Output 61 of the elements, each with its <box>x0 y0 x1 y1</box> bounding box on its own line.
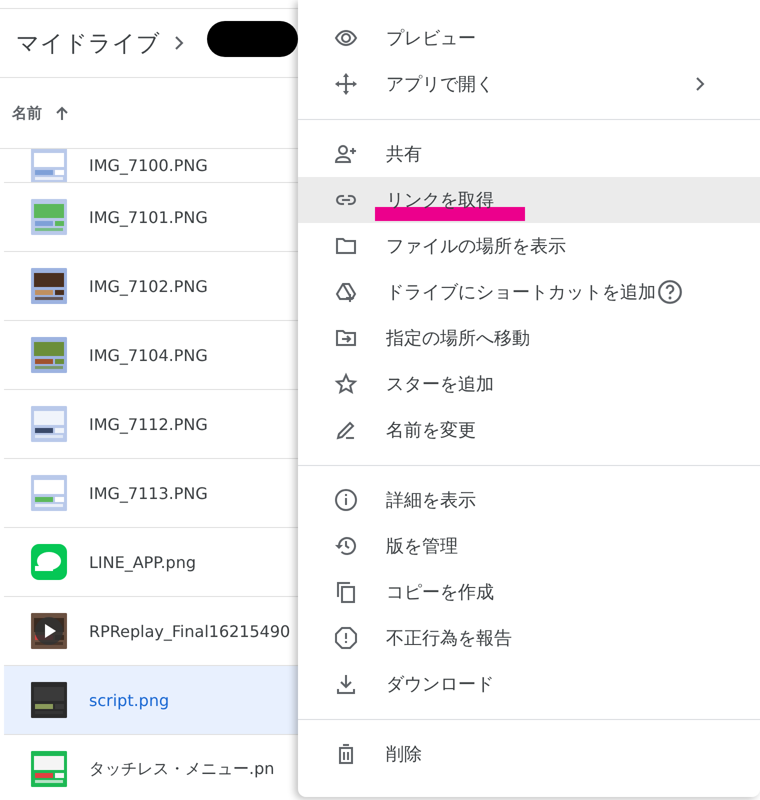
menu-label: 不正行為を報告 <box>386 627 512 650</box>
file-row[interactable]: IMG_7102.PNG <box>4 252 298 321</box>
menu-label: 版を管理 <box>386 535 458 558</box>
menu-item[interactable]: スターを追加 <box>298 361 760 407</box>
file-name: IMG_7113.PNG <box>89 484 208 502</box>
file-row[interactable]: IMG_7113.PNG <box>4 459 298 528</box>
file-name: IMG_7112.PNG <box>89 414 208 434</box>
add-person-icon <box>334 142 358 166</box>
menu-label: ファイルの場所を表示 <box>386 235 566 258</box>
menu-item[interactable]: アプリで開く <box>298 61 760 107</box>
file-row[interactable]: IMG_7100.PNG <box>4 149 298 183</box>
file-row[interactable]: IMG_7112.PNG <box>4 390 298 459</box>
info-icon <box>334 488 358 512</box>
file-row[interactable]: LINE_APP.png <box>4 528 298 597</box>
report-icon <box>334 626 358 650</box>
file-name: RPReplay_Final16215490 <box>89 622 290 640</box>
file-name: IMG_7104.PNG <box>89 346 208 364</box>
menu-item[interactable]: 版を管理 <box>298 523 760 569</box>
menu-item[interactable]: 名前を変更 <box>298 407 760 453</box>
menu-item[interactable]: 指定の場所へ移動 <box>298 315 760 361</box>
file-name: script.png <box>89 690 170 710</box>
chevron-icon <box>174 35 184 51</box>
file-name: タッチレス・メニュー.pn <box>89 758 274 780</box>
move-arrows-icon <box>334 72 358 96</box>
menu-item[interactable]: リンクを取得 <box>298 177 760 223</box>
menu-label: コピーを作成 <box>386 581 494 604</box>
menu-label: スターを追加 <box>386 373 494 396</box>
menu-label: 詳細を表示 <box>386 489 476 512</box>
drive-add-icon <box>334 280 358 304</box>
menu-label: 共有 <box>386 143 422 166</box>
menu-label: ダウンロード <box>386 673 494 696</box>
menu-item[interactable]: 共有 <box>298 131 760 177</box>
file-row[interactable]: タッチレス・メニュー.pn <box>4 735 298 800</box>
file-name: IMG_7100.PNG <box>89 156 208 175</box>
menu-item[interactable]: 削除 <box>298 731 760 777</box>
copy-icon <box>334 580 358 604</box>
menu-label: 指定の場所へ移動 <box>386 327 530 350</box>
menu-item[interactable]: ドライブにショートカットを追加 <box>298 269 760 315</box>
column-header[interactable]: 名前 <box>12 104 42 122</box>
menu-item[interactable]: ダウンロード <box>298 661 760 707</box>
menu-label: 削除 <box>386 743 422 766</box>
file-row[interactable]: script.png <box>4 666 298 735</box>
file-row[interactable]: IMG_7104.PNG <box>4 321 298 390</box>
menu-label: リンクを取得 <box>386 189 494 212</box>
breadcrumb-link[interactable]: マイドライブ <box>16 28 160 58</box>
history-icon <box>334 534 358 558</box>
download-icon <box>334 672 358 696</box>
menu-label: アプリで開く <box>386 73 494 96</box>
file-name: LINE_APP.png <box>89 552 196 572</box>
file-name: IMG_7102.PNG <box>89 276 208 296</box>
menu-item[interactable]: 詳細を表示 <box>298 477 760 523</box>
menu-label: プレビュー <box>386 27 476 50</box>
menu-item[interactable]: コピーを作成 <box>298 569 760 615</box>
menu-item[interactable]: プレビュー <box>298 15 760 61</box>
menu-item[interactable]: ファイルの場所を表示 <box>298 223 760 269</box>
file-name: IMG_7101.PNG <box>89 208 208 226</box>
menu-label: ドライブにショートカットを追加 <box>386 281 656 304</box>
menu-label: 名前を変更 <box>386 419 476 442</box>
file-row[interactable]: IMG_7101.PNG <box>4 183 298 252</box>
star-icon <box>334 372 358 396</box>
menu-item[interactable]: 不正行為を報告 <box>298 615 760 661</box>
